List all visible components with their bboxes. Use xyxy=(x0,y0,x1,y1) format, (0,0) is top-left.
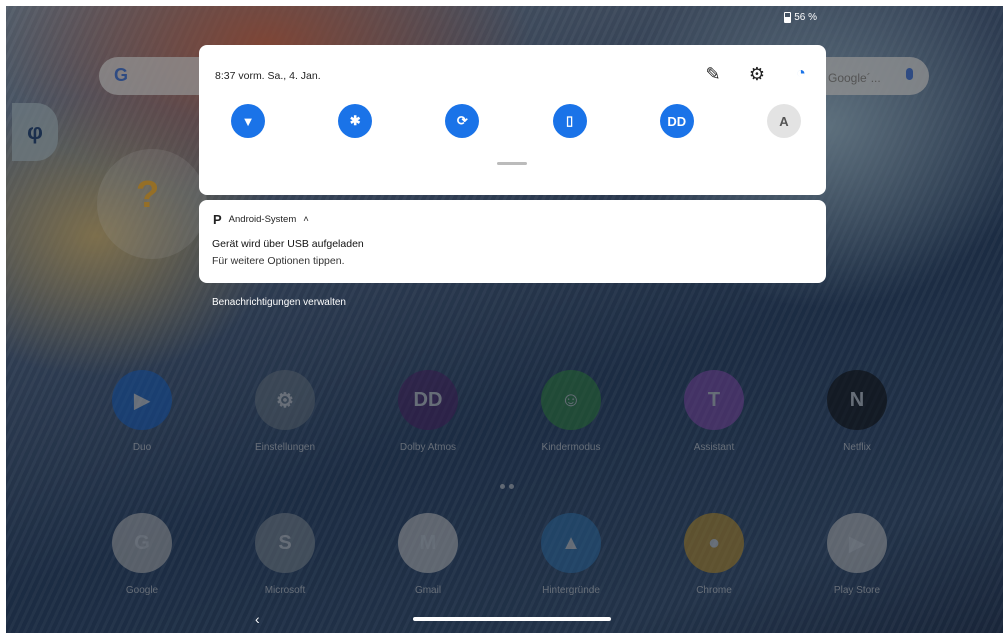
chevron-up-icon[interactable]: ˄ xyxy=(303,214,309,225)
wifi-off-tile[interactable]: ▼ xyxy=(231,104,265,138)
manage-notifications-link[interactable]: Benachrichtigungen verwalten xyxy=(212,297,346,308)
dolby-tile[interactable]: DD xyxy=(659,104,694,138)
quick-settings-panel: 8:37 vorm. Sa., 4. Jan. ✎ ⚙ ◔ ▼ ✱ ⟳ ▯ DD A xyxy=(199,45,826,195)
home-screen: G Google´... φ ? ▶ Duo ⚙ Einstellungen DD Dol… xyxy=(6,6,1003,633)
wifi-off-icon: ▼ xyxy=(241,113,255,129)
auto-brightness-icon: A xyxy=(779,113,789,129)
edit-icon[interactable]: ✎ xyxy=(702,63,724,85)
quick-settings-tiles: ▼ ✱ ⟳ ▯ DD A xyxy=(231,104,801,138)
battery-icon xyxy=(784,12,792,23)
vibrate-tile[interactable]: ▯ xyxy=(552,104,587,138)
vibrate-icon: ▯ xyxy=(565,113,574,128)
auto-rotate-icon: ⟳ xyxy=(456,113,468,128)
notification-card[interactable]: P Android-System ˄ Gerät wird über USB a… xyxy=(199,200,826,283)
time-date: 8:37 vorm. Sa., 4. Jan. xyxy=(215,70,321,82)
notification-app-name: Android-System xyxy=(228,214,297,225)
status-bar: 56 % xyxy=(784,12,817,23)
settings-icon[interactable]: ⚙ xyxy=(746,63,768,85)
auto-brightness-tile[interactable]: A xyxy=(766,104,801,138)
account-icon[interactable]: ◔ xyxy=(790,63,812,85)
notification-body: Für weitere Optionen tippen. xyxy=(212,255,345,267)
android-system-icon: P xyxy=(213,212,222,227)
dolby-icon: DD xyxy=(667,113,687,129)
notification-title: Gerät wird über USB aufgeladen xyxy=(212,238,364,250)
back-button[interactable]: ‹ xyxy=(255,611,260,627)
auto-rotate-tile[interactable]: ⟳ xyxy=(445,104,480,138)
battery-level: 56 % xyxy=(794,12,817,23)
bluetooth-icon: ✱ xyxy=(349,113,361,128)
home-gesture-bar[interactable] xyxy=(413,617,611,621)
bluetooth-tile[interactable]: ✱ xyxy=(338,104,373,138)
expand-handle[interactable] xyxy=(497,162,527,165)
